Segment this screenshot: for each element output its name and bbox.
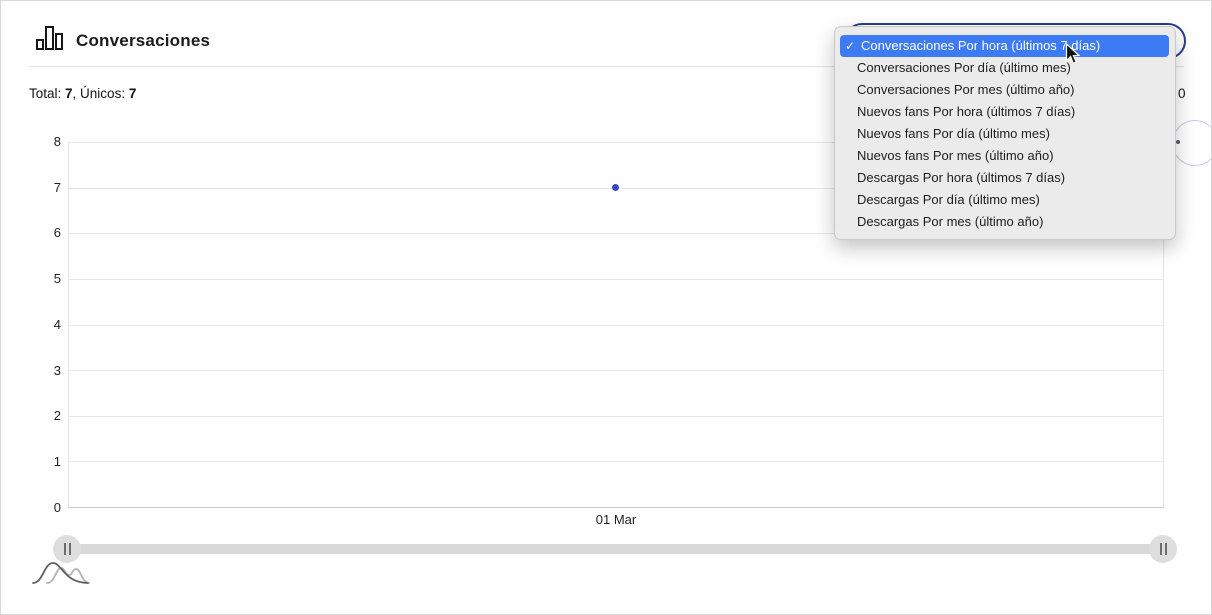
gridline (69, 461, 1163, 463)
right-stat-fragment: 0 (1178, 86, 1186, 101)
dropdown-option[interactable]: Nuevos fans Por día (último mes) (835, 123, 1175, 145)
total-label: Total: (29, 86, 66, 101)
gridline (69, 278, 1163, 280)
dropdown-option[interactable]: Nuevos fans Por hora (últimos 7 días) (835, 101, 1175, 123)
range-slider-track[interactable] (67, 544, 1163, 554)
conversations-panel: Conversaciones Total: 7, Únicos: 7 0 8 7… (0, 0, 1212, 615)
unicos-label: , Únicos: (72, 86, 129, 101)
pause-bars-icon (68, 543, 71, 555)
y-tick-label: 7 (53, 180, 61, 195)
total-value: 7 (65, 86, 73, 101)
totals-line: Total: 7, Únicos: 7 (29, 86, 136, 101)
dropdown-option[interactable]: Descargas Por hora (últimos 7 días) (835, 167, 1175, 189)
pause-bars-icon (1159, 543, 1162, 555)
pause-bars-icon (63, 543, 66, 555)
y-tick-label: 3 (53, 363, 61, 378)
dropdown-option-selected[interactable]: ✓ Conversaciones Por hora (últimos 7 día… (840, 35, 1169, 57)
gridline (69, 324, 1163, 326)
y-tick-label: 5 (53, 271, 61, 286)
metric-dropdown-menu: ✓ Conversaciones Por hora (últimos 7 día… (834, 26, 1176, 240)
dropdown-option-label: Conversaciones Por hora (últimos 7 días) (861, 38, 1101, 53)
dropdown-option[interactable]: Descargas Por día (último mes) (835, 189, 1175, 211)
pause-bars-icon (1164, 543, 1167, 555)
y-tick-label: 0 (53, 500, 61, 515)
y-tick-label: 4 (53, 317, 61, 332)
dropdown-option[interactable]: Conversaciones Por día (último mes) (835, 57, 1175, 79)
range-slider-left-handle[interactable] (53, 535, 81, 563)
y-tick-label: 6 (53, 225, 61, 240)
dropdown-option[interactable]: Descargas Por mes (último año) (835, 211, 1175, 233)
gridline (69, 370, 1163, 372)
unicos-value: 7 (128, 86, 137, 101)
page-title: Conversaciones (76, 30, 211, 50)
checkmark-icon: ✓ (844, 39, 856, 53)
bar-chart-icon (35, 24, 63, 57)
density-curves-icon[interactable] (32, 559, 90, 591)
dropdown-option[interactable]: Nuevos fans Por mes (último año) (835, 145, 1175, 167)
gridline (69, 415, 1163, 417)
hidden-circle-button[interactable] (1172, 120, 1211, 166)
panel-header: Conversaciones (35, 24, 210, 57)
y-tick-label: 8 (53, 134, 61, 149)
dropdown-option[interactable]: Conversaciones Por mes (último año) (835, 79, 1175, 101)
x-tick-label: 01 Mar (595, 512, 637, 527)
range-slider-right-handle[interactable] (1149, 535, 1177, 563)
data-point[interactable] (612, 184, 619, 191)
y-tick-label: 2 (53, 408, 61, 423)
y-tick-label: 1 (53, 454, 61, 469)
